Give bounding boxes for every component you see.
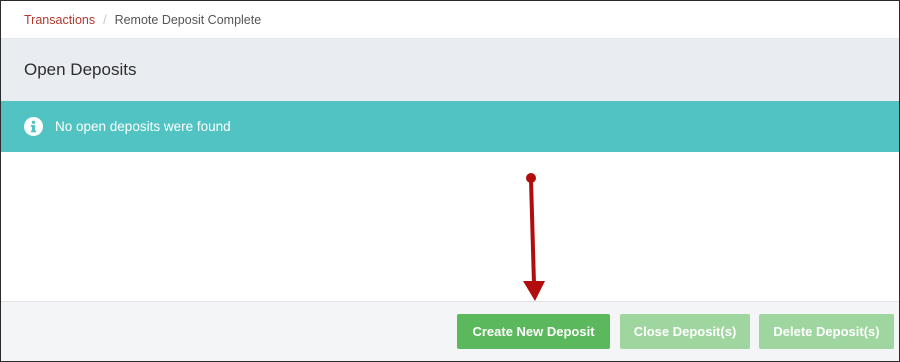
panel-title: Open Deposits	[24, 60, 137, 79]
alert-message: No open deposits were found	[55, 119, 231, 134]
close-deposits-button[interactable]: Close Deposit(s)	[620, 314, 750, 349]
create-new-deposit-button[interactable]: Create New Deposit	[457, 314, 610, 349]
breadcrumb-separator: /	[103, 12, 107, 27]
action-footer: Create New Deposit Close Deposit(s) Dele…	[1, 301, 899, 361]
panel-header: Open Deposits	[1, 38, 899, 101]
info-circle-icon	[24, 117, 43, 136]
delete-deposits-button[interactable]: Delete Deposit(s)	[759, 314, 894, 349]
open-deposits-window: Transactions / Remote Deposit Complete O…	[0, 0, 900, 362]
breadcrumb-current: Remote Deposit Complete	[114, 12, 262, 27]
info-alert: No open deposits were found	[1, 101, 899, 152]
deposits-content-area	[1, 152, 899, 301]
breadcrumb: Transactions / Remote Deposit Complete	[1, 1, 899, 38]
breadcrumb-link-transactions[interactable]: Transactions	[24, 13, 95, 27]
